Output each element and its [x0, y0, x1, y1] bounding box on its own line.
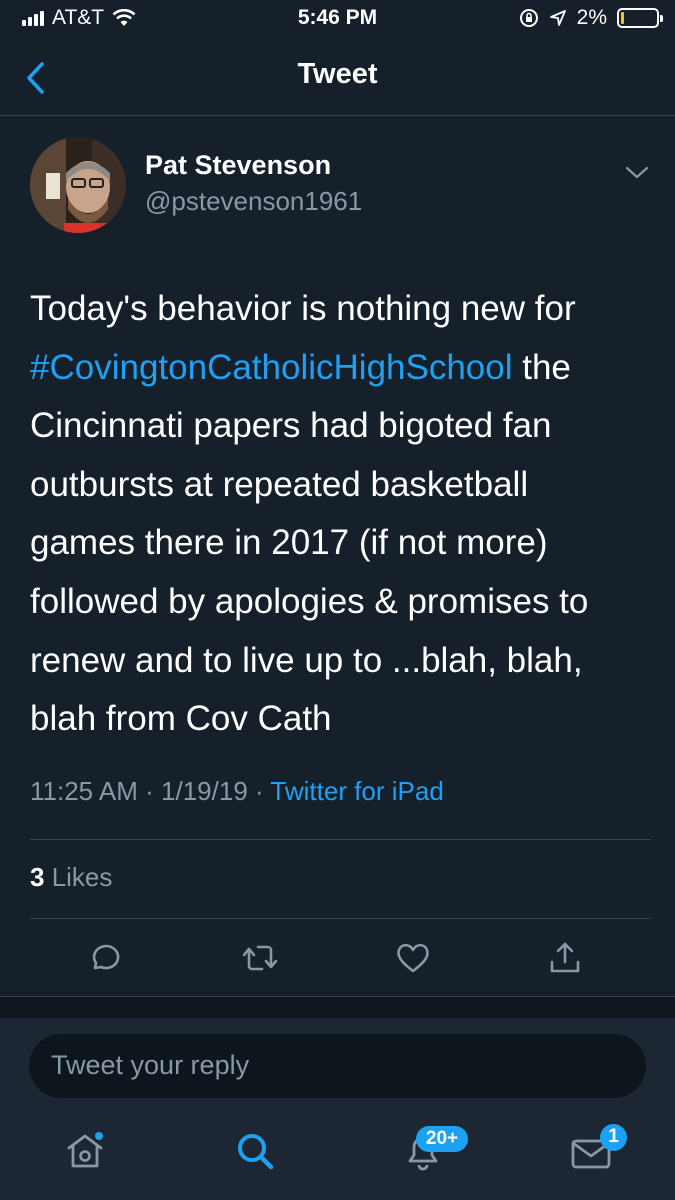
battery-level	[621, 12, 624, 24]
tweet-line: outbursts at repeated basketball	[30, 464, 529, 504]
tweet-line: renew and to live up to ...blah, blah,	[30, 640, 583, 680]
location-icon	[549, 10, 566, 26]
likes-label: Likes	[44, 862, 113, 892]
tweet-line: followed by apologies & promises to	[30, 581, 589, 621]
page-title: Tweet	[297, 58, 378, 90]
orientation-lock-icon	[519, 9, 538, 27]
tweet-text: Today's behavior is nothing new for #Cov…	[30, 280, 650, 749]
heart-icon[interactable]	[393, 938, 433, 978]
tweet-line: Today's behavior is nothing new for	[30, 289, 576, 328]
reply-input[interactable]: Tweet your reply	[29, 1034, 646, 1098]
tweet-line-rest: the	[512, 347, 571, 387]
avatar-image	[30, 137, 126, 233]
tweet-line: #CovingtonCatholicHighSchool the	[30, 339, 650, 398]
tweet-meta: 11:25 AM · 1/19/19 · Twitter for iPad	[30, 776, 444, 807]
comment-icon[interactable]	[85, 938, 125, 978]
home-icon[interactable]	[62, 1128, 108, 1174]
reply-placeholder: Tweet your reply	[51, 1050, 250, 1080]
search-icon[interactable]	[232, 1128, 278, 1174]
tweet-line: blah from Cov Cath	[30, 699, 332, 739]
divider	[30, 918, 651, 919]
section-gap	[0, 996, 675, 1018]
battery-icon	[617, 8, 663, 28]
avatar[interactable]	[30, 137, 126, 233]
tweet-line: Cincinnati papers had bigoted fan	[30, 406, 552, 446]
tweet-source-link[interactable]: Twitter for iPad	[270, 776, 443, 806]
retweet-icon[interactable]	[240, 938, 280, 978]
chevron-down-icon[interactable]	[622, 160, 652, 184]
tweet-line: games there in 2017 (if not more)	[30, 523, 548, 563]
tweet-timestamp: 11:25 AM · 1/19/19 ·	[30, 776, 271, 806]
messages-badge: 1	[600, 1124, 627, 1151]
divider	[30, 839, 651, 840]
status-bar: AT&T 5:46 PM 2%	[0, 0, 675, 38]
status-right: 2%	[519, 6, 663, 30]
share-icon[interactable]	[545, 938, 585, 978]
notifications-badge: 20+	[416, 1126, 468, 1152]
hashtag-link[interactable]: #CovingtonCatholicHighSchool	[30, 348, 513, 387]
header: Tweet	[0, 38, 675, 116]
likes-number: 3	[30, 862, 45, 892]
battery-percent: 2%	[576, 6, 607, 29]
author-handle[interactable]: @pstevenson1961	[145, 186, 362, 217]
author-name[interactable]: Pat Stevenson	[145, 150, 331, 181]
likes-count[interactable]: 3 Likes	[30, 862, 112, 893]
